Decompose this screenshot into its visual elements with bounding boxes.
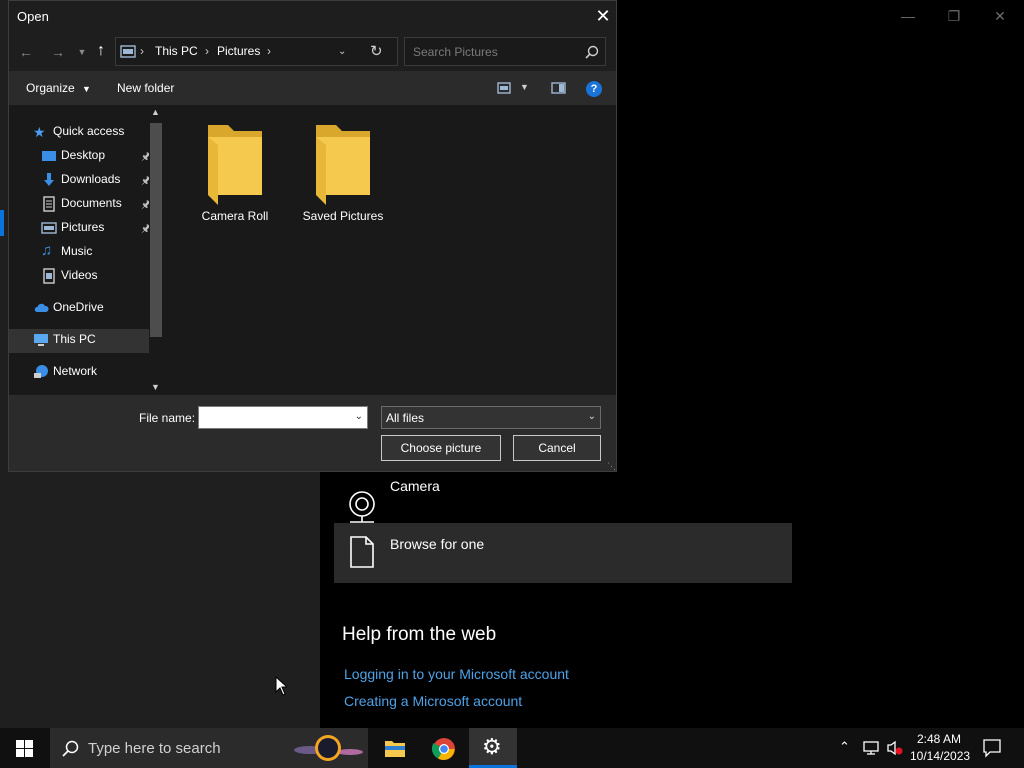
- network-status-icon[interactable]: [862, 740, 880, 756]
- folder-icon: [208, 125, 262, 205]
- recent-locations-icon[interactable]: ▼: [73, 43, 91, 61]
- file-type-value: All files: [386, 411, 425, 425]
- download-icon: [44, 173, 54, 186]
- organize-label: Organize: [26, 81, 75, 95]
- camera-label: Camera: [390, 478, 440, 494]
- nav-pictures[interactable]: Pictures 🖈: [9, 217, 151, 239]
- dialog-titlebar: [9, 1, 616, 33]
- chevron-down-icon: ▼: [82, 84, 91, 94]
- show-hidden-icons-icon[interactable]: ⌃: [839, 739, 850, 755]
- close-window-icon[interactable]: ✕: [990, 6, 1010, 26]
- new-folder-button[interactable]: New folder: [117, 81, 174, 95]
- selection-indicator: [0, 210, 4, 236]
- breadcrumb-separator: ›: [140, 44, 144, 58]
- cancel-button[interactable]: Cancel: [513, 435, 601, 461]
- music-icon: ♫: [41, 242, 53, 259]
- clock-date: 10/14/2023: [910, 749, 971, 763]
- address-dropdown-icon[interactable]: ⌄: [338, 46, 346, 57]
- chevron-down-icon[interactable]: ⌄: [355, 411, 363, 422]
- camera-icon: [349, 491, 375, 523]
- up-icon[interactable]: ↑: [92, 42, 110, 60]
- scroll-thumb[interactable]: [150, 123, 162, 337]
- dialog-title: Open: [17, 9, 49, 24]
- nav-network[interactable]: Network: [9, 361, 147, 383]
- forward-icon[interactable]: →: [49, 43, 67, 61]
- browse-label: Browse for one: [390, 536, 485, 552]
- organize-button[interactable]: Organize ▼: [26, 81, 91, 95]
- preview-pane-icon[interactable]: [551, 82, 566, 94]
- nav-desktop[interactable]: Desktop 🖈: [9, 145, 151, 167]
- gear-icon: ⚙: [482, 734, 502, 759]
- network-icon: [34, 365, 48, 378]
- search-box[interactable]: [404, 37, 606, 66]
- document-icon: [43, 196, 55, 212]
- file-explorer-icon[interactable]: [384, 738, 406, 758]
- search-input[interactable]: [405, 38, 575, 65]
- desktop-icon: [42, 151, 56, 161]
- breadcrumb-separator: ›: [267, 44, 271, 58]
- minimize-icon[interactable]: —: [898, 6, 918, 26]
- resize-grip-icon[interactable]: ⋱: [607, 461, 616, 472]
- volume-muted-icon[interactable]: [886, 740, 904, 756]
- folder-label: Camera Roll: [201, 209, 269, 223]
- star-icon: ★: [33, 124, 46, 140]
- file-name-combobox[interactable]: ⌄: [198, 406, 368, 429]
- nav-quick-access[interactable]: ★ Quick access: [9, 121, 147, 143]
- scroll-up-icon[interactable]: ▲: [151, 107, 160, 117]
- clock-time: 2:48 AM: [916, 732, 962, 746]
- back-icon[interactable]: ←: [17, 43, 35, 61]
- nav-onedrive[interactable]: OneDrive: [9, 297, 147, 319]
- nav-downloads[interactable]: Downloads 🖈: [9, 169, 151, 191]
- search-icon: [585, 45, 599, 59]
- folder-label: Saved Pictures: [302, 209, 384, 223]
- search-highlight-icon[interactable]: [290, 732, 364, 764]
- nav-music[interactable]: ♫ Music: [9, 241, 147, 263]
- breadcrumb-pictures[interactable]: Pictures: [217, 44, 260, 58]
- file-name-input[interactable]: [199, 407, 349, 428]
- choose-picture-button[interactable]: Choose picture: [381, 435, 501, 461]
- view-options-icon[interactable]: ▼: [520, 82, 529, 92]
- mouse-cursor-icon: [275, 676, 287, 696]
- folder-item[interactable]: Saved Pictures: [298, 121, 388, 231]
- folder-icon: [316, 125, 370, 205]
- help-link-create[interactable]: Creating a Microsoft account: [344, 693, 522, 709]
- open-dialog: Open ✕ ← → ▼ ↑ › This PC › Pictures › ⌄ …: [8, 0, 617, 472]
- breadcrumb-separator: ›: [205, 44, 209, 58]
- help-title: Help from the web: [342, 624, 497, 645]
- help-icon[interactable]: ?: [586, 81, 602, 97]
- chrome-icon[interactable]: [432, 737, 456, 761]
- taskbar-search-placeholder: Type here to search: [88, 740, 221, 757]
- pictures-icon: [41, 222, 57, 234]
- file-icon: [350, 536, 374, 568]
- taskbar-search-box[interactable]: Type here to search: [50, 728, 368, 768]
- browse-option[interactable]: Browse for one: [334, 523, 792, 583]
- computer-icon: [34, 334, 48, 346]
- notification-icon[interactable]: [982, 738, 1002, 758]
- folder-item[interactable]: Camera Roll: [190, 121, 280, 231]
- windows-start-icon[interactable]: [16, 740, 33, 757]
- file-name-label: File name:: [139, 411, 196, 425]
- close-icon[interactable]: ✕: [593, 5, 613, 27]
- scroll-down-icon[interactable]: ▼: [151, 382, 160, 392]
- address-bar[interactable]: › This PC › Pictures › ⌄ ↻: [115, 37, 398, 66]
- file-type-select[interactable]: All files ⌄: [381, 406, 601, 429]
- restore-icon[interactable]: ❐: [944, 6, 964, 26]
- search-icon: [62, 740, 79, 757]
- settings-taskbar-button[interactable]: ⚙: [469, 728, 517, 768]
- cloud-icon: [34, 303, 49, 312]
- nav-this-pc[interactable]: This PC: [9, 329, 147, 351]
- pictures-location-icon: [120, 45, 136, 58]
- clock[interactable]: 2:48 AM 10/14/2023: [910, 732, 971, 763]
- video-icon: [43, 268, 55, 284]
- chevron-down-icon: ⌄: [587, 411, 596, 422]
- breadcrumb-this-pc[interactable]: This PC: [155, 44, 198, 58]
- nav-videos[interactable]: Videos: [9, 265, 147, 287]
- change-view-icon[interactable]: [497, 82, 511, 94]
- refresh-icon[interactable]: ↻: [370, 42, 383, 60]
- help-link-login[interactable]: Logging in to your Microsoft account: [344, 666, 569, 682]
- nav-documents[interactable]: Documents 🖈: [9, 193, 151, 215]
